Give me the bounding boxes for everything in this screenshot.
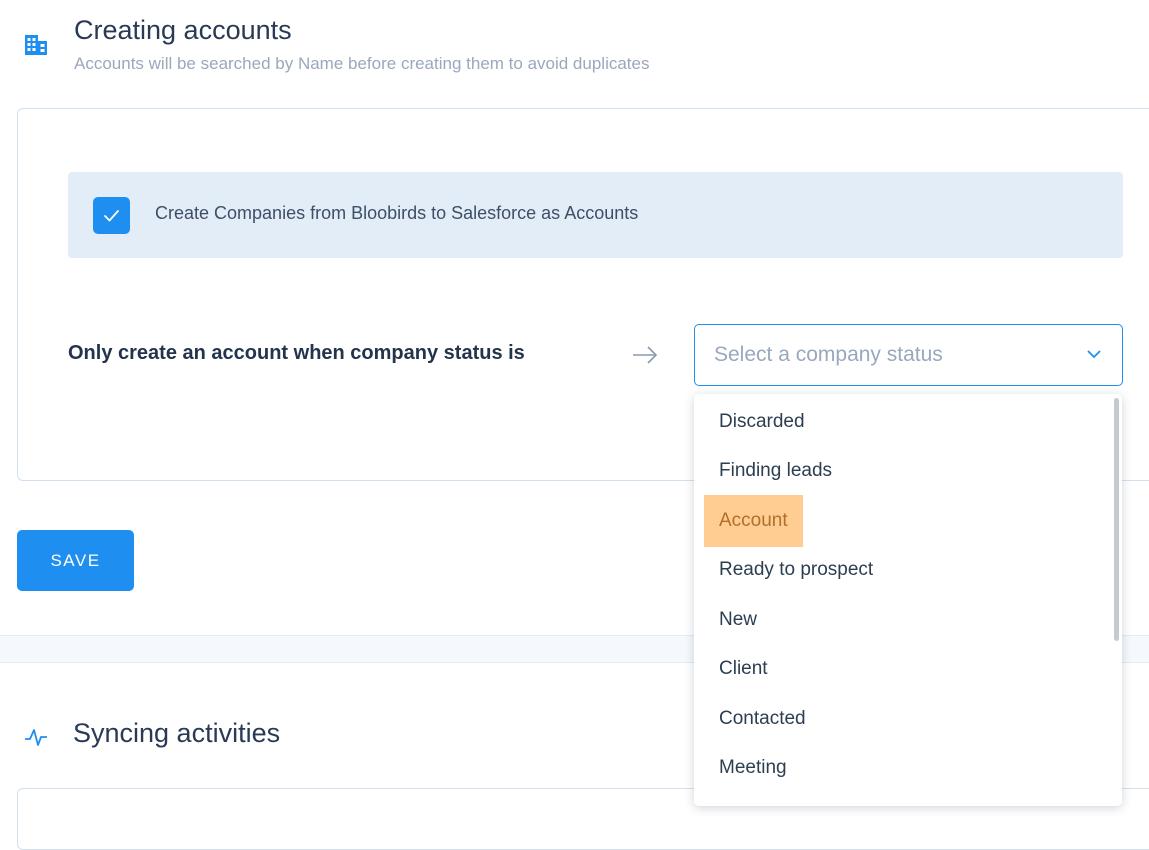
company-status-label: Only create an account when company stat… bbox=[68, 342, 525, 364]
option-discarded[interactable]: Discarded bbox=[704, 396, 820, 448]
checkbox-label: Create Companies from Bloobirds to Sales… bbox=[155, 203, 639, 223]
option-account[interactable]: Account bbox=[704, 495, 803, 547]
scrollbar-thumb[interactable] bbox=[1114, 398, 1119, 641]
option-new[interactable]: New bbox=[704, 594, 772, 646]
option-finding-leads[interactable]: Finding leads bbox=[704, 445, 847, 497]
building-icon bbox=[24, 34, 48, 61]
section-title-syncing-activities: Syncing activities bbox=[73, 718, 281, 748]
company-status-select[interactable]: Select a company status bbox=[694, 324, 1123, 386]
checkmark-icon bbox=[104, 210, 119, 222]
option-meeting[interactable]: Meeting bbox=[704, 742, 802, 794]
section-title-creating-accounts: Creating accounts bbox=[74, 15, 292, 45]
select-placeholder: Select a company status bbox=[714, 343, 943, 366]
activity-icon bbox=[24, 727, 48, 752]
dropdown-scrollbar[interactable] bbox=[1112, 398, 1122, 802]
option-client[interactable]: Client bbox=[704, 643, 783, 695]
save-button[interactable]: SAVE bbox=[17, 530, 134, 591]
create-companies-row[interactable]: Create Companies from Bloobirds to Sales… bbox=[68, 172, 1123, 258]
option-ready-to-prospect[interactable]: Ready to prospect bbox=[704, 544, 888, 596]
company-status-dropdown: Discarded Finding leads Account Ready to… bbox=[694, 394, 1122, 806]
arrow-right-icon bbox=[631, 344, 659, 371]
create-companies-checkbox[interactable] bbox=[93, 197, 130, 234]
section-subtitle: Accounts will be searched by Name before… bbox=[74, 54, 650, 73]
chevron-down-icon bbox=[1086, 347, 1102, 365]
option-contacted[interactable]: Contacted bbox=[704, 693, 821, 745]
